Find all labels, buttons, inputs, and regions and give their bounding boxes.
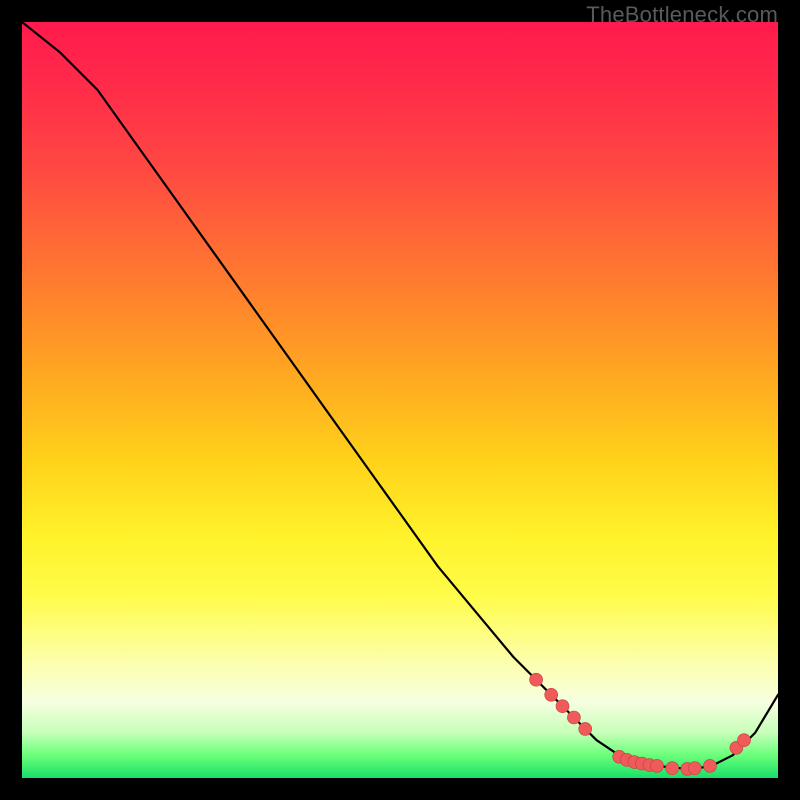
data-point (738, 734, 751, 747)
data-point (579, 722, 592, 735)
chart-frame: TheBottleneck.com (0, 0, 800, 800)
data-point (545, 688, 558, 701)
data-point (666, 762, 679, 775)
data-point (651, 759, 664, 772)
plot-area (22, 22, 778, 778)
data-point (704, 759, 717, 772)
scatter-dots (530, 673, 751, 775)
chart-svg (22, 22, 778, 778)
bottleneck-curve (22, 22, 778, 769)
data-point (530, 673, 543, 686)
data-point (567, 711, 580, 724)
data-point (556, 700, 569, 713)
data-point (688, 762, 701, 775)
watermark-text: TheBottleneck.com (586, 2, 778, 28)
